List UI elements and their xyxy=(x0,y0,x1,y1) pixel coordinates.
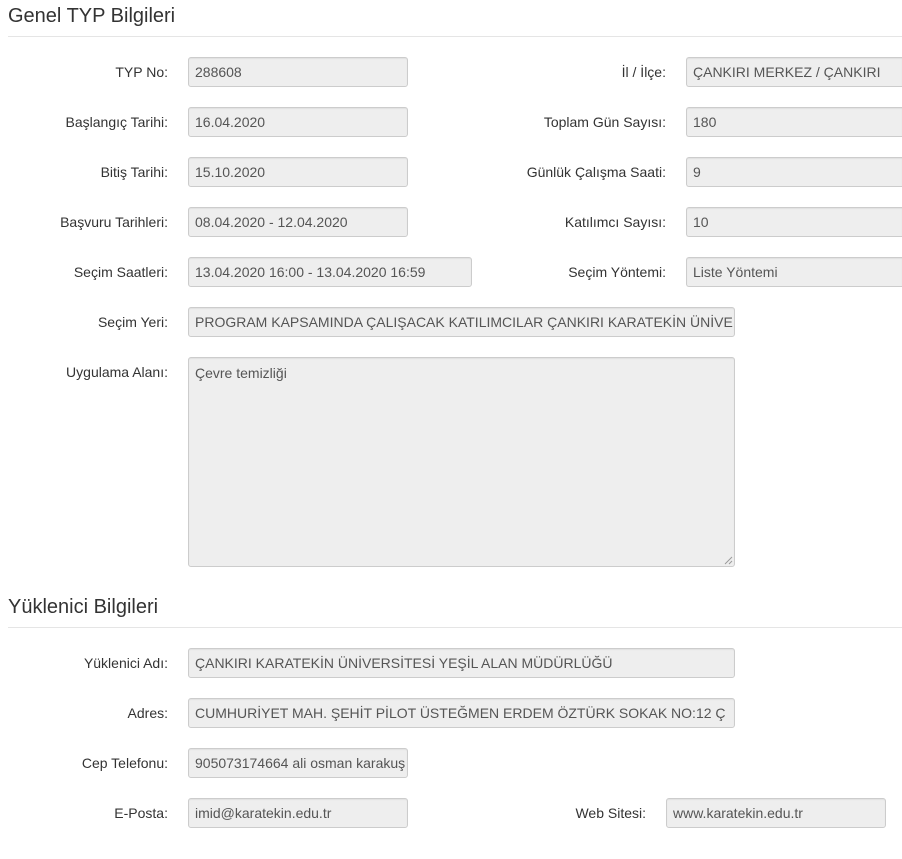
cep-telefonu-label: Cep Telefonu: xyxy=(81,755,168,771)
baslangic-tarihi-label: Başlangıç Tarihi: xyxy=(65,114,168,130)
baslangic-tarihi-field[interactable]: 16.04.2020 xyxy=(188,107,408,137)
basvuru-tarihleri-field[interactable]: 08.04.2020 - 12.04.2020 xyxy=(188,207,408,237)
section-divider-yuklenici xyxy=(8,627,902,628)
typ-no-label: TYP No: xyxy=(115,64,168,80)
secim-saatleri-field[interactable]: 13.04.2020 16:00 - 13.04.2020 16:59 xyxy=(188,257,472,287)
section-title-yuklenici: Yüklenici Bilgileri xyxy=(8,596,159,618)
typ-no-field[interactable]: 288608 xyxy=(188,57,408,87)
section-divider-genel xyxy=(8,36,902,37)
bitis-tarihi-field[interactable]: 15.10.2020 xyxy=(188,157,408,187)
yuklenici-adi-label: Yüklenici Adı: xyxy=(83,655,168,671)
il-ilce-field[interactable]: ÇANKIRI MERKEZ / ÇANKIRI xyxy=(686,57,902,87)
eposta-field[interactable]: imid@karatekin.edu.tr xyxy=(188,798,408,828)
cep-telefonu-field[interactable]: 905073174664 ali osman karakuş xyxy=(188,748,408,778)
gunluk-saat-label: Günlük Çalışma Saati: xyxy=(526,164,666,180)
yuklenici-adi-field[interactable]: ÇANKIRI KARATEKİN ÜNİVERSİTESİ YEŞİL ALA… xyxy=(188,648,735,678)
il-ilce-label: İl / İlçe: xyxy=(621,64,666,80)
web-sitesi-field[interactable]: www.karatekin.edu.tr xyxy=(666,798,886,828)
adres-field[interactable]: CUMHURİYET MAH. ŞEHİT PİLOT ÜSTEĞMEN ERD… xyxy=(188,698,735,728)
toplam-gun-field[interactable]: 180 xyxy=(686,107,902,137)
secim-saatleri-label: Seçim Saatleri: xyxy=(73,264,168,280)
gunluk-saat-field[interactable]: 9 xyxy=(686,157,902,187)
secim-yontemi-field[interactable]: Liste Yöntemi xyxy=(686,257,902,287)
uygulama-alani-textarea[interactable]: Çevre temizliği xyxy=(188,357,735,567)
resize-grip-icon[interactable] xyxy=(724,556,733,565)
uygulama-alani-text: Çevre temizliği xyxy=(195,365,287,381)
bitis-tarihi-label: Bitiş Tarihi: xyxy=(100,164,168,180)
uygulama-alani-label: Uygulama Alanı: xyxy=(66,364,168,380)
secim-yeri-field[interactable]: PROGRAM KAPSAMINDA ÇALIŞACAK KATILIMCILA… xyxy=(188,307,735,337)
secim-yontemi-label: Seçim Yöntemi: xyxy=(568,264,666,280)
katilimci-sayisi-label: Katılımcı Sayısı: xyxy=(564,214,666,230)
adres-label: Adres: xyxy=(127,705,168,721)
katilimci-sayisi-field[interactable]: 10 xyxy=(686,207,902,237)
section-title-genel: Genel TYP Bilgileri xyxy=(8,5,176,27)
eposta-label: E-Posta: xyxy=(114,805,168,821)
web-sitesi-label: Web Sitesi: xyxy=(575,805,646,821)
toplam-gun-label: Toplam Gün Sayısı: xyxy=(543,114,666,130)
secim-yeri-label: Seçim Yeri: xyxy=(97,314,168,330)
basvuru-tarihleri-label: Başvuru Tarihleri: xyxy=(60,214,168,230)
